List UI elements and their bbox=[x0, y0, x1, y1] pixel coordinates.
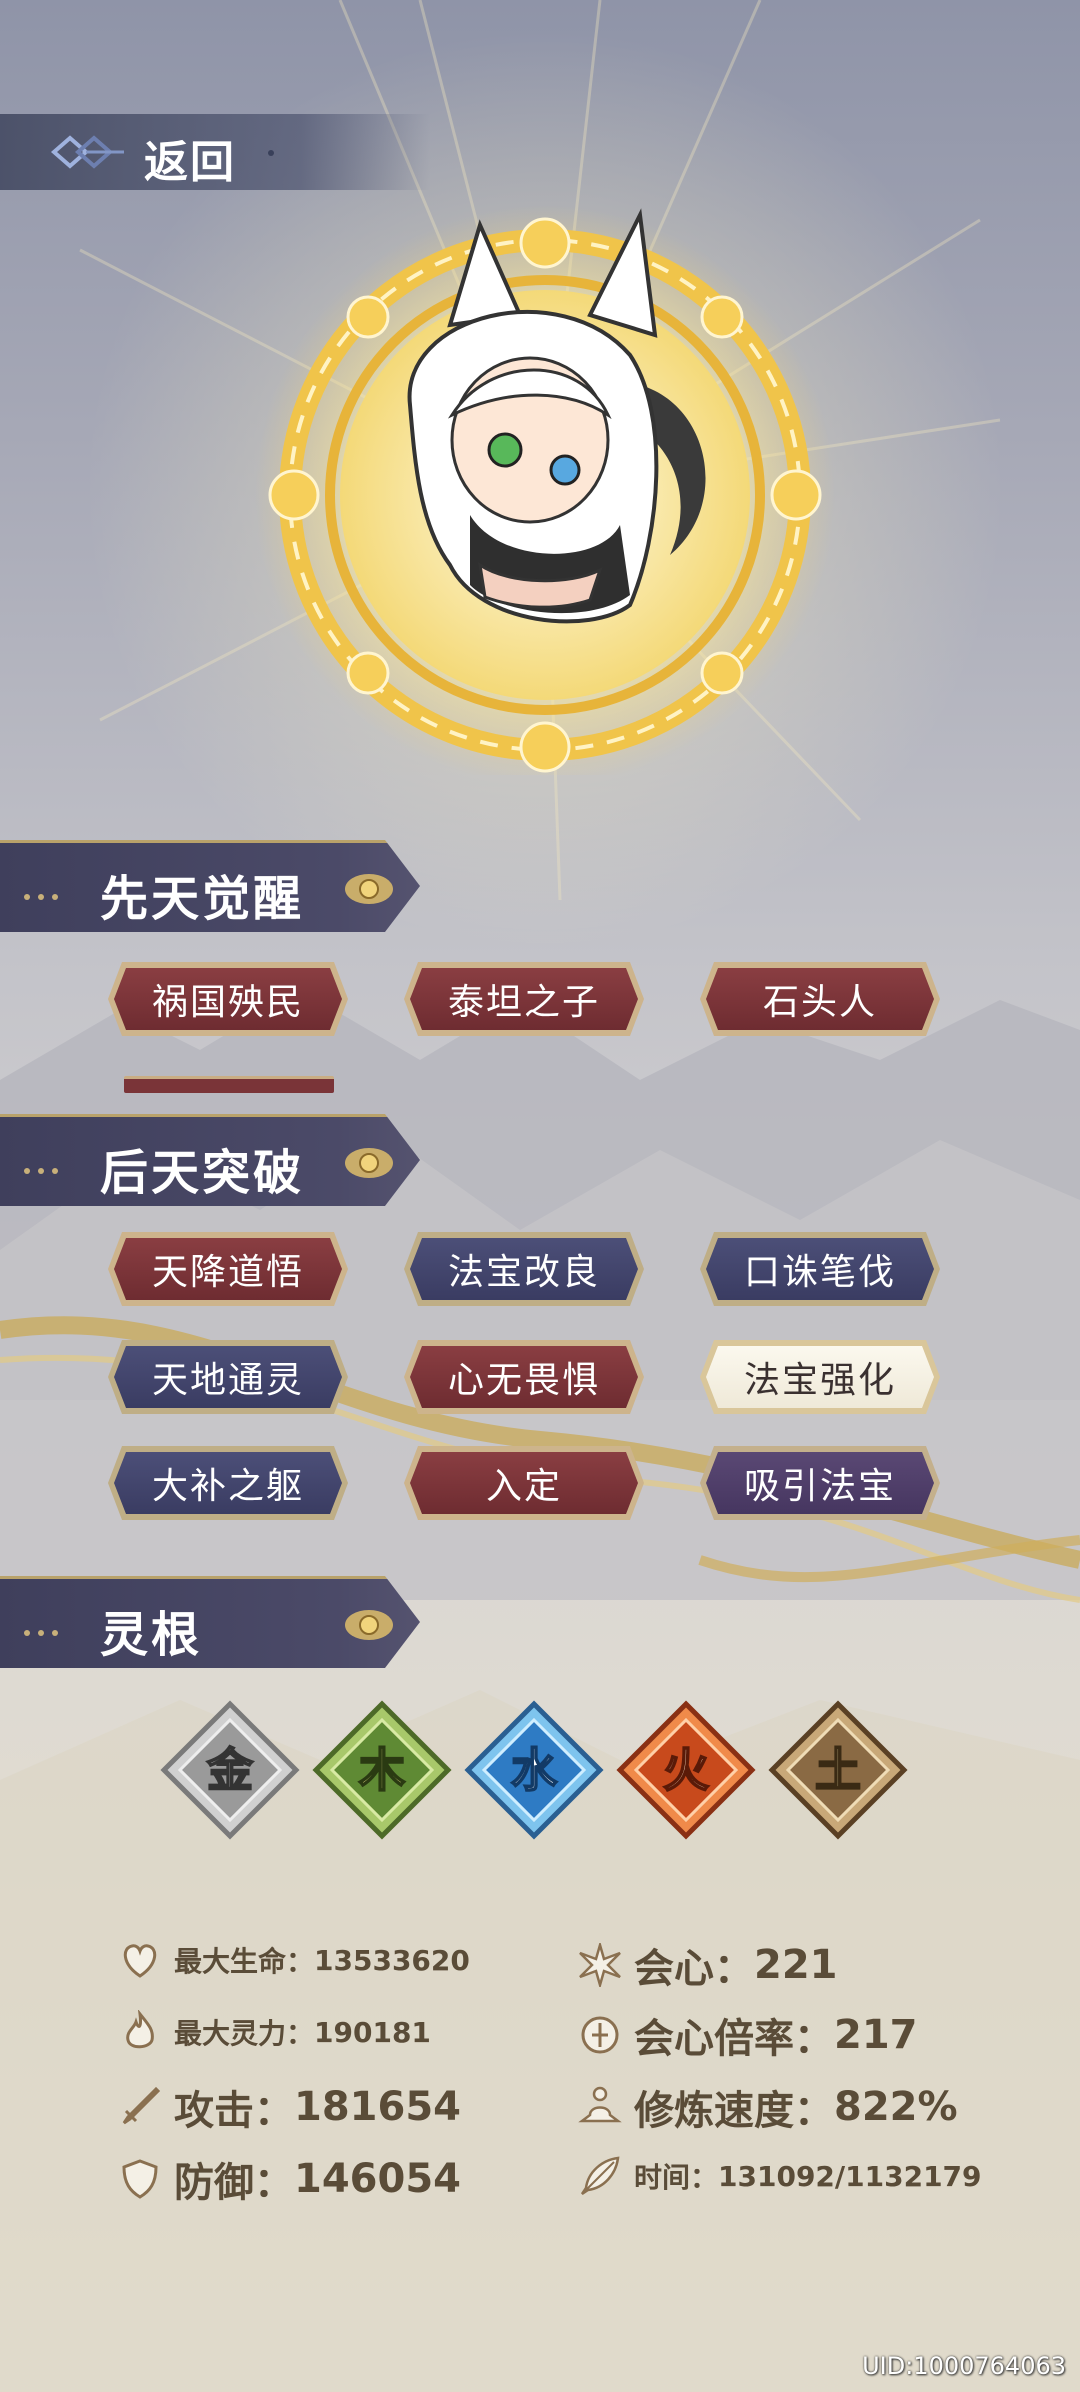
stat-time: 时间： 131092/1132179 bbox=[578, 2154, 982, 2198]
scroll-peek-tag bbox=[124, 1076, 334, 1093]
tag-label: 大补之躯 bbox=[151, 1466, 304, 1507]
acquired-tag[interactable]: 吸引法宝 bbox=[700, 1446, 940, 1520]
tag-label: 泰坦之子 bbox=[447, 982, 600, 1023]
tag-label: 天降道悟 bbox=[151, 1252, 304, 1293]
heart-icon bbox=[123, 1944, 157, 1978]
element-glyph: 土 bbox=[815, 1743, 861, 1797]
innate-tag[interactable]: 泰坦之子 bbox=[404, 962, 644, 1036]
feather-icon bbox=[580, 2156, 620, 2196]
element-water-icon[interactable]: 水 bbox=[464, 1700, 604, 1840]
element-metal-icon[interactable]: 金 bbox=[160, 1700, 300, 1840]
stat-crit: 会心： 221 bbox=[578, 1936, 838, 1994]
tag-label: 入定 bbox=[485, 1466, 562, 1507]
shield-icon bbox=[122, 2159, 158, 2199]
stat-label: 防御： bbox=[174, 2160, 294, 2206]
tag-label: 法宝强化 bbox=[743, 1360, 896, 1401]
stat-value: 13533620 bbox=[314, 1943, 470, 1977]
section-title: 后天突破 bbox=[100, 1145, 305, 1201]
tag-label: 天地通灵 bbox=[151, 1360, 304, 1401]
back-dot bbox=[268, 150, 274, 156]
acquired-tag[interactable]: 心无畏惧 bbox=[404, 1340, 644, 1414]
acquired-tag[interactable]: 入定 bbox=[404, 1446, 644, 1520]
stat-value: 131092/1132179 bbox=[718, 2159, 982, 2193]
header-dots bbox=[24, 1159, 94, 1174]
stat-label: 最大灵力： bbox=[174, 2017, 315, 2050]
tag-label: 祸国殃民 bbox=[151, 982, 304, 1023]
element-glyph: 火 bbox=[663, 1743, 709, 1797]
spirit-flame-icon bbox=[126, 2010, 154, 2049]
header-ornament-icon bbox=[345, 1148, 393, 1178]
acquired-tag-selected[interactable]: 法宝强化 bbox=[700, 1340, 940, 1414]
element-wood-icon[interactable]: 木 bbox=[312, 1700, 452, 1840]
section-header-innate: 先天觉醒 bbox=[0, 840, 420, 932]
element-glyph: 金 bbox=[206, 1743, 254, 1797]
stat-max-spirit: 最大灵力： 190181 bbox=[118, 2010, 431, 2054]
tag-label: 心无畏惧 bbox=[447, 1360, 600, 1401]
element-glyph: 水 bbox=[511, 1743, 558, 1797]
acquired-tag[interactable]: 法宝改良 bbox=[404, 1232, 644, 1306]
back-arrow-icon bbox=[50, 135, 124, 169]
stat-value: 221 bbox=[754, 1942, 838, 1988]
header-dots bbox=[24, 1621, 94, 1636]
back-button[interactable]: 返回 bbox=[0, 114, 430, 190]
stat-crit-rate: 会心倍率： 217 bbox=[578, 2006, 918, 2064]
stat-label: 会心： bbox=[634, 1946, 754, 1992]
element-glyph: 木 bbox=[359, 1743, 405, 1797]
stat-value: 146054 bbox=[294, 2156, 461, 2202]
stat-value: 822% bbox=[834, 2084, 958, 2130]
stat-value: 181654 bbox=[294, 2084, 461, 2130]
stat-value: 190181 bbox=[314, 2015, 431, 2049]
innate-tag[interactable]: 石头人 bbox=[700, 962, 940, 1036]
acquired-tag[interactable]: 大补之躯 bbox=[108, 1446, 348, 1520]
element-earth-icon[interactable]: 土 bbox=[768, 1700, 908, 1840]
uid-label: UID:1000764063 bbox=[862, 2352, 1066, 2380]
acquired-tag[interactable]: 天降道悟 bbox=[108, 1232, 348, 1306]
back-label: 返回 bbox=[144, 137, 236, 188]
section-title: 灵根 bbox=[100, 1607, 203, 1663]
header-ornament-icon bbox=[345, 874, 393, 904]
header-dots bbox=[24, 885, 94, 900]
section-header-root: 灵根 bbox=[0, 1576, 420, 1668]
stat-label: 攻击： bbox=[174, 2088, 294, 2134]
stat-value: 217 bbox=[834, 2012, 918, 2058]
tag-label: 石头人 bbox=[762, 982, 877, 1023]
meditation-icon bbox=[578, 2086, 622, 2123]
stat-max-hp: 最大生命： 13533620 bbox=[118, 1938, 470, 1982]
stat-label: 修炼速度： bbox=[634, 2088, 834, 2134]
acquired-tag[interactable]: 口诛笔伐 bbox=[700, 1232, 940, 1306]
tag-label: 吸引法宝 bbox=[743, 1466, 896, 1507]
acquired-tag[interactable]: 天地通灵 bbox=[108, 1340, 348, 1414]
stat-cultivation-speed: 修炼速度： 822% bbox=[578, 2078, 958, 2136]
sword-icon bbox=[122, 2086, 161, 2125]
innate-tag[interactable]: 祸国殃民 bbox=[108, 962, 348, 1036]
character-emblem bbox=[255, 205, 835, 775]
stat-label: 会心倍率： bbox=[634, 2016, 834, 2062]
tag-label: 法宝改良 bbox=[447, 1252, 600, 1293]
header-ornament-icon bbox=[345, 1610, 393, 1640]
element-fire-icon[interactable]: 火 bbox=[616, 1700, 756, 1840]
section-title: 先天觉醒 bbox=[100, 871, 305, 927]
stat-label: 时间： bbox=[634, 2161, 719, 2194]
stat-attack: 攻击： 181654 bbox=[118, 2078, 461, 2136]
stat-label: 最大生命： bbox=[174, 1945, 315, 1978]
tag-label: 口诛笔伐 bbox=[743, 1252, 896, 1293]
stat-defense: 防御： 146054 bbox=[118, 2150, 461, 2208]
crit-burst-icon bbox=[579, 1943, 621, 1987]
section-header-acquired: 后天突破 bbox=[0, 1114, 420, 1206]
crit-rate-icon bbox=[581, 2016, 619, 2054]
